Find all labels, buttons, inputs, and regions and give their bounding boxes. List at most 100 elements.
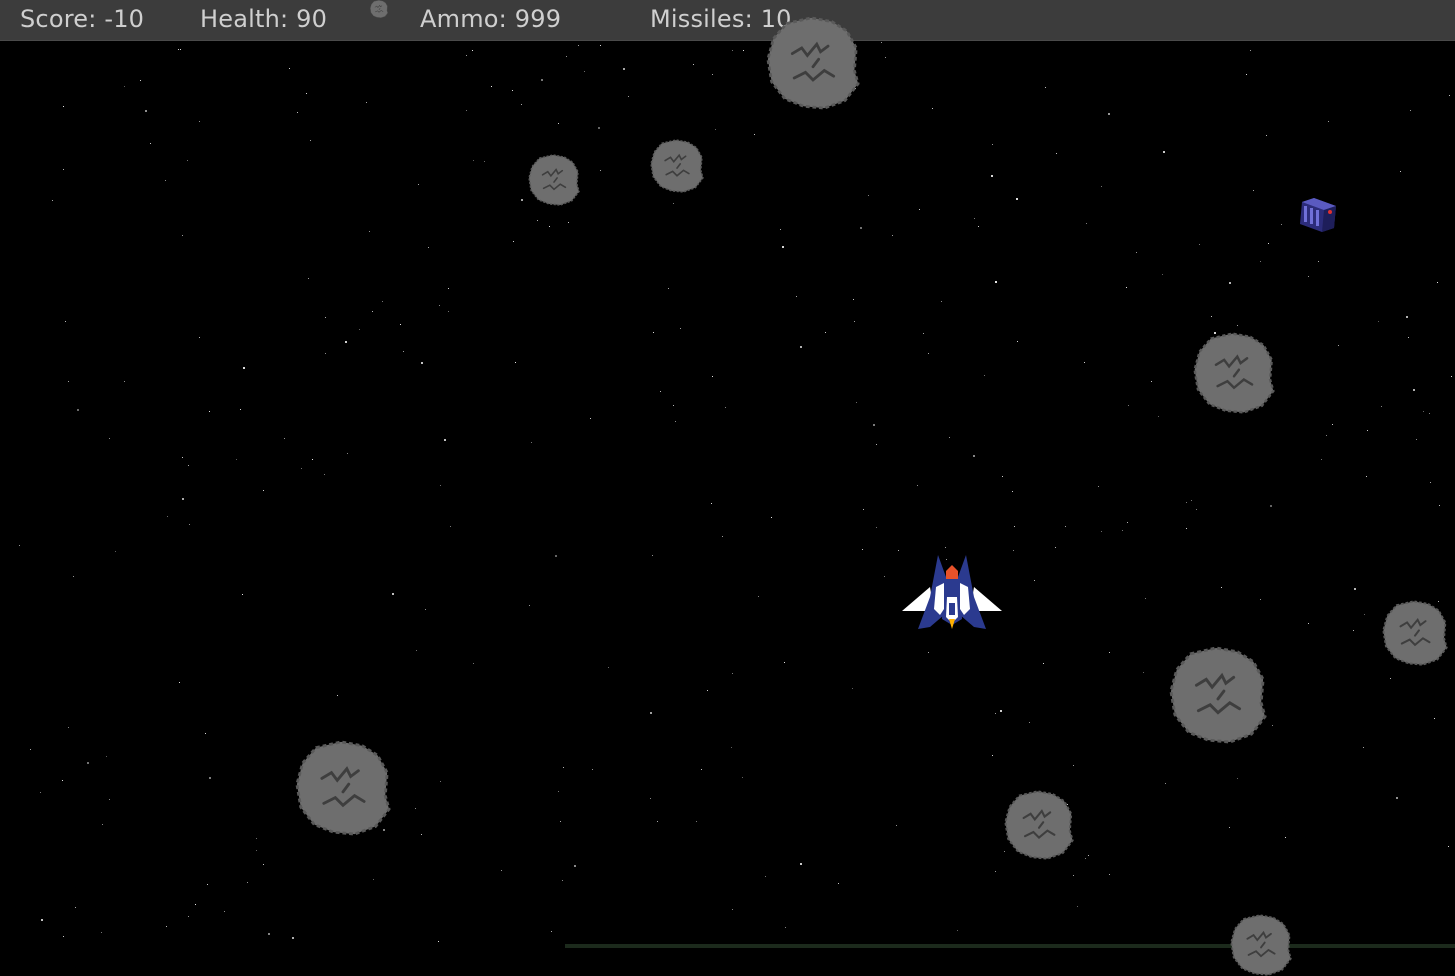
star — [124, 86, 125, 87]
star — [415, 808, 416, 809]
star — [551, 931, 552, 932]
star — [473, 160, 474, 161]
star — [650, 798, 651, 799]
star — [590, 418, 591, 419]
star — [1098, 486, 1099, 487]
star — [115, 551, 116, 552]
star — [722, 536, 723, 537]
star — [292, 937, 294, 939]
star — [992, 755, 993, 756]
star — [448, 311, 449, 312]
star — [1163, 151, 1165, 153]
star — [512, 90, 513, 91]
star — [578, 45, 579, 46]
star — [1381, 406, 1382, 407]
star — [1250, 50, 1251, 51]
star — [428, 247, 429, 248]
star — [1237, 325, 1238, 326]
star — [1237, 778, 1238, 779]
star — [1364, 614, 1365, 615]
star — [1439, 505, 1440, 506]
star — [796, 296, 797, 297]
star — [106, 756, 107, 757]
star — [574, 865, 576, 867]
star — [992, 144, 993, 145]
star — [1229, 827, 1230, 828]
star — [182, 498, 184, 500]
star — [562, 880, 563, 881]
star — [558, 791, 559, 792]
star — [63, 936, 64, 937]
asteroid-icon — [1382, 600, 1448, 666]
star — [515, 362, 516, 363]
star — [150, 143, 151, 144]
star — [102, 824, 103, 825]
star — [1246, 74, 1247, 75]
star — [1122, 530, 1123, 531]
star — [1451, 376, 1452, 377]
star — [440, 781, 441, 782]
starfield — [19, 42, 1452, 942]
star — [466, 110, 467, 111]
star — [675, 421, 676, 422]
star — [256, 850, 257, 851]
star — [892, 235, 893, 236]
star — [1390, 678, 1391, 679]
star — [466, 55, 467, 56]
star — [440, 485, 441, 486]
star — [1086, 223, 1087, 224]
star — [167, 516, 168, 517]
star — [1136, 252, 1137, 253]
star — [207, 884, 208, 885]
star — [1410, 110, 1411, 111]
star — [1354, 588, 1356, 590]
star — [324, 474, 325, 475]
star — [1012, 491, 1013, 492]
star — [825, 332, 826, 333]
star — [284, 438, 285, 439]
star — [693, 64, 694, 65]
asteroid-icon — [650, 139, 704, 193]
hud-bar: Score: -10 Health: 90 Ammo: 999 Missiles… — [0, 0, 1455, 41]
star — [1088, 855, 1089, 856]
star — [854, 321, 855, 322]
star — [957, 930, 958, 931]
star — [189, 524, 190, 525]
star — [932, 108, 933, 109]
star — [1043, 663, 1044, 664]
star — [1045, 87, 1046, 88]
star — [732, 50, 733, 51]
star — [513, 241, 514, 242]
star — [209, 777, 211, 779]
star — [650, 712, 652, 714]
star — [195, 904, 196, 905]
star — [780, 229, 781, 230]
star — [680, 328, 681, 329]
star — [301, 468, 302, 469]
star — [369, 231, 370, 232]
star — [1143, 672, 1144, 673]
star — [182, 457, 183, 458]
star — [145, 110, 147, 112]
star — [949, 437, 950, 438]
star — [600, 45, 601, 46]
star — [109, 438, 110, 439]
star — [224, 911, 225, 912]
star — [555, 555, 557, 557]
star — [856, 402, 857, 403]
star — [1108, 113, 1110, 115]
star — [178, 49, 179, 50]
star — [800, 863, 802, 865]
star — [1109, 652, 1110, 653]
star — [1199, 244, 1200, 245]
star — [444, 439, 446, 441]
star — [484, 161, 485, 162]
star — [308, 278, 309, 279]
star — [421, 362, 423, 364]
star — [1151, 381, 1152, 382]
score-display: Score: -10 — [20, 5, 145, 33]
asteroid-icon — [1230, 914, 1292, 976]
star — [240, 409, 241, 410]
star — [1165, 783, 1166, 784]
star — [896, 825, 897, 826]
